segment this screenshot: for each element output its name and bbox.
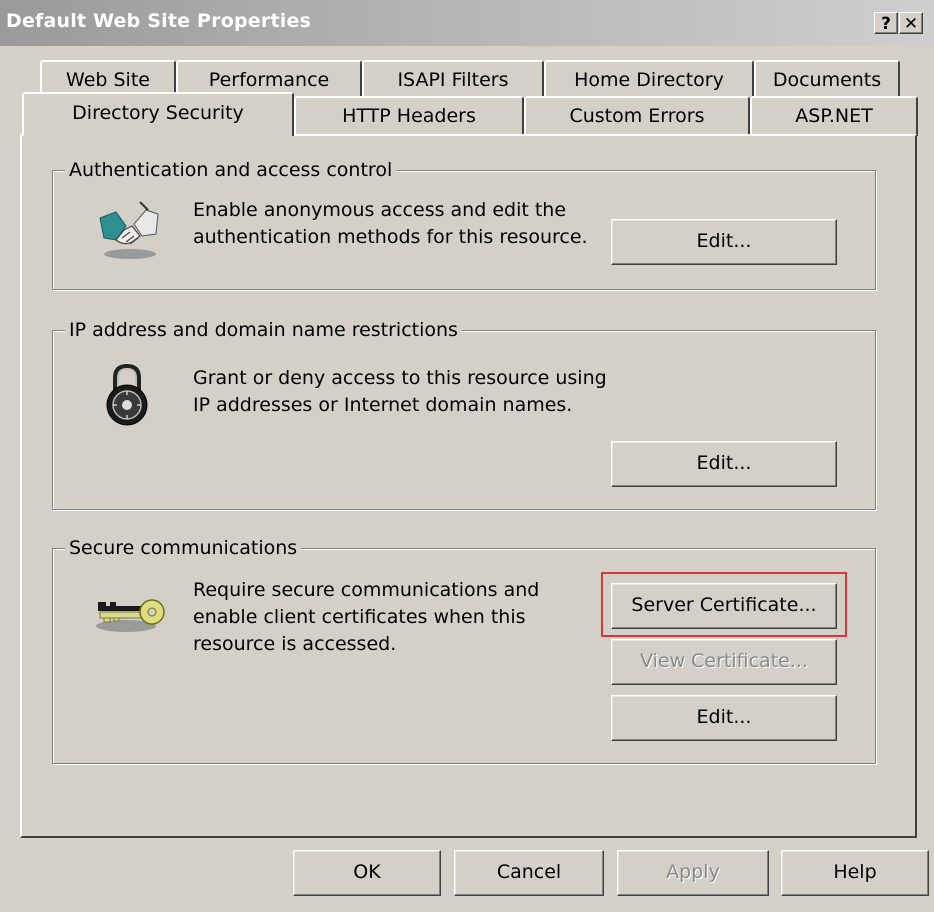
ok-button[interactable]: OK xyxy=(293,850,441,896)
tab-directory-security[interactable]: Directory Security xyxy=(22,92,294,136)
ip-edit-button[interactable]: Edit... xyxy=(611,441,837,487)
view-certificate-button[interactable]: View Certificate... xyxy=(611,639,837,685)
tab-http-headers[interactable]: HTTP Headers xyxy=(294,96,524,136)
secure-edit-button[interactable]: Edit... xyxy=(611,695,837,741)
properties-dialog: Default Web Site Properties ? ✕ Web Site… xyxy=(0,0,934,912)
handshake-icon xyxy=(99,201,159,259)
auth-group-title: Authentication and access control xyxy=(65,157,397,183)
padlock-icon xyxy=(106,363,148,426)
keys-icon xyxy=(96,599,165,632)
apply-button[interactable]: Apply xyxy=(617,850,769,896)
help-footer-button[interactable]: Help xyxy=(781,850,929,896)
secure-description: Require secure communications and enable… xyxy=(193,579,540,655)
title-bar[interactable]: Default Web Site Properties ? ✕ xyxy=(0,0,934,46)
window-title: Default Web Site Properties xyxy=(6,10,312,32)
tab-isapi-filters[interactable]: ISAPI Filters xyxy=(362,60,544,100)
secure-group-title: Secure communications xyxy=(65,535,302,561)
auth-description: Enable anonymous access and edit the aut… xyxy=(193,199,588,248)
ip-description: Grant or deny access to this resource us… xyxy=(193,367,607,416)
tab-home-directory[interactable]: Home Directory xyxy=(544,60,754,100)
tab-documents[interactable]: Documents xyxy=(754,60,900,100)
cancel-button[interactable]: Cancel xyxy=(454,850,604,896)
server-certificate-highlight xyxy=(601,572,847,637)
tab-custom-errors[interactable]: Custom Errors xyxy=(524,96,750,136)
tab-asp-net[interactable]: ASP.NET xyxy=(750,96,918,136)
close-button[interactable]: ✕ xyxy=(899,12,923,34)
ip-group-title: IP address and domain name restrictions xyxy=(65,317,462,343)
help-button[interactable]: ? xyxy=(874,12,898,34)
auth-edit-button[interactable]: Edit... xyxy=(611,219,837,265)
